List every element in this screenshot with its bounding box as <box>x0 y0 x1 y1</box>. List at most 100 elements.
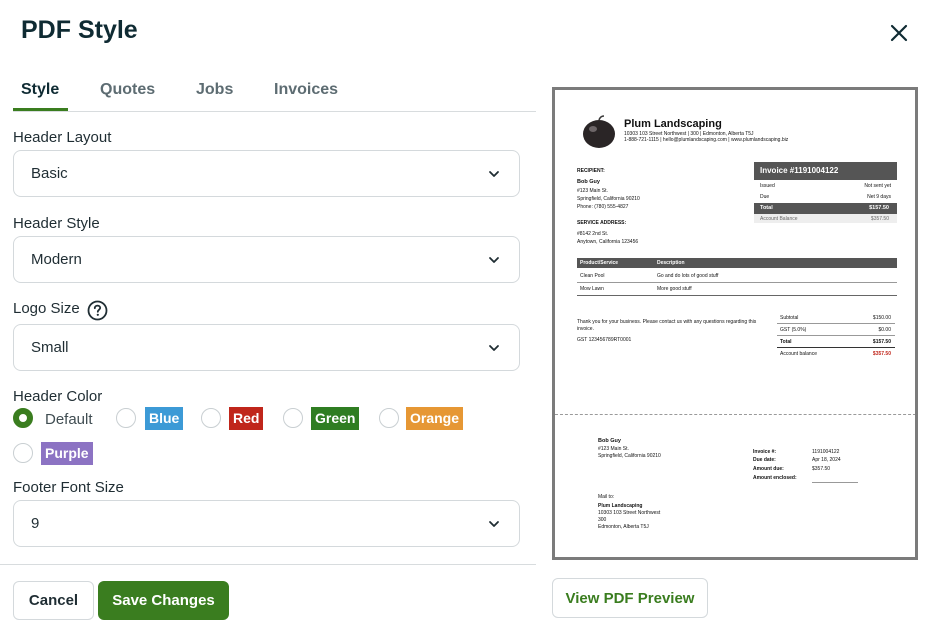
pdf-summary-divider <box>777 347 895 348</box>
pdf-due-label: Due <box>760 194 770 200</box>
header-style-select[interactable]: Modern <box>13 236 520 283</box>
pdf-summary-divider <box>777 335 895 336</box>
pdf-service-label: SERVICE ADDRESS: <box>577 220 627 226</box>
pdf-recipient-name: Bob Guy <box>577 179 600 185</box>
view-pdf-preview-button[interactable]: View PDF Preview <box>552 578 708 618</box>
header-color-default-label: Default <box>45 411 93 428</box>
pdf-items-header <box>577 258 897 268</box>
header-color-label: Header Color <box>13 388 103 405</box>
pdf-preview: Plum Landscaping 10303 103 Street Northw… <box>552 87 918 560</box>
logo-size-label: Logo Size <box>13 300 80 317</box>
pdf-subtotal-label: Subtotal <box>780 315 799 321</box>
pdf-mail-address-3: Edmonton, Alberta T5J <box>598 524 649 530</box>
close-button[interactable] <box>884 18 914 48</box>
pdf-row-divider <box>577 282 897 283</box>
pdf-sum-total-value: $157.50 <box>872 339 891 345</box>
chevron-down-icon <box>489 257 499 263</box>
pdf-row-divider <box>577 295 897 296</box>
pdf-total-value: $157.50 <box>869 205 889 211</box>
pdf-recipient-address-2: Springfield, California 90210 <box>577 196 640 202</box>
pdf-mail-to-label: Mail to: <box>598 494 615 500</box>
pdf-gst-label: GST (5.0%) <box>780 327 807 333</box>
pdf-item-product: Mow Lawn <box>580 286 604 292</box>
pdf-sum-total-label: Total <box>780 339 792 345</box>
pdf-summary-divider <box>777 323 895 324</box>
cancel-button[interactable]: Cancel <box>13 581 94 620</box>
header-color-blue-chip: Blue <box>145 407 184 430</box>
header-color-radio-orange[interactable] <box>379 408 399 428</box>
pdf-issued-label: Issued <box>760 183 775 189</box>
pdf-stub-name: Bob Guy <box>598 438 621 444</box>
pdf-stub-due-value: Apr 18, 2024 <box>812 457 841 463</box>
pdf-total-label: Total <box>760 205 773 211</box>
header-color-radio-green[interactable] <box>283 408 303 428</box>
pdf-gst-value: $0.00 <box>878 327 891 333</box>
footer-divider <box>0 564 536 565</box>
close-icon <box>890 24 908 42</box>
pdf-thanks-text: Thank you for your business. Please cont… <box>577 319 757 332</box>
pdf-stub-amount-label: Amount due: <box>753 466 784 472</box>
chevron-down-icon <box>489 171 499 177</box>
logo-size-help-button[interactable] <box>87 300 108 321</box>
pdf-company-contact: 1-888-721-1115 | hello@plumlandscaping.c… <box>624 137 789 143</box>
pdf-recipient-address-1: #123 Main St. <box>577 188 608 194</box>
pdf-gst-number: GST 123456789RT0001 <box>577 337 632 343</box>
tab-bar: Style Quotes Jobs Invoices <box>13 78 536 112</box>
pdf-service-address-1: #8142 2nd St. <box>577 231 609 237</box>
pdf-recipient-label: RECIPIENT: <box>577 168 605 174</box>
pdf-stub-invoice-label: Invoice #: <box>753 449 777 455</box>
tab-invoices[interactable]: Invoices <box>274 81 338 99</box>
pdf-balance-value: $357.50 <box>870 216 889 222</box>
plum-logo-icon <box>583 115 615 148</box>
save-changes-button[interactable]: Save Changes <box>98 581 229 620</box>
header-style-label: Header Style <box>13 215 100 232</box>
pdf-item-description: Go and do lots of good stuff <box>657 273 719 279</box>
header-color-radio-red[interactable] <box>201 408 221 428</box>
header-color-radio-blue[interactable] <box>116 408 136 428</box>
tab-style[interactable]: Style <box>21 81 59 99</box>
pdf-invoice-title: Invoice #1191004122 <box>754 162 897 180</box>
pdf-due-value: Net 9 days <box>867 194 891 200</box>
pdf-stub-invoice-value: 1191004122 <box>812 449 840 455</box>
pdf-stub-enclosed-label: Amount enclosed: <box>753 475 797 481</box>
pdf-col-product: Product/Service <box>580 260 619 266</box>
pdf-enclosed-line <box>812 482 858 483</box>
logo-size-value: Small <box>31 339 69 356</box>
question-circle-icon <box>87 300 108 321</box>
pdf-tear-line <box>555 414 915 415</box>
pdf-issued-value: Not sent yet <box>864 183 891 189</box>
header-layout-value: Basic <box>31 165 68 182</box>
header-layout-label: Header Layout <box>13 129 112 146</box>
pdf-col-description: Description <box>657 260 685 266</box>
pdf-company-name: Plum Landscaping <box>624 118 722 130</box>
tab-jobs[interactable]: Jobs <box>196 81 233 99</box>
pdf-service-address-2: Anytown, California 123456 <box>577 239 639 245</box>
pdf-mail-address-1: 10303 103 Street Northwest <box>598 510 661 516</box>
pdf-mail-name: Plum Landscaping <box>598 503 643 509</box>
header-layout-select[interactable]: Basic <box>13 150 520 197</box>
footer-font-size-value: 9 <box>31 515 40 532</box>
pdf-balance-label: Account Balance <box>760 216 798 222</box>
header-color-radio-purple[interactable] <box>13 443 33 463</box>
pdf-acct-balance-value: $357.50 <box>872 351 891 357</box>
chevron-down-icon <box>489 345 499 351</box>
header-color-orange-chip: Orange <box>406 407 464 430</box>
active-tab-indicator <box>13 108 68 111</box>
pdf-stub-address-1: #123 Main St. <box>598 446 629 452</box>
dialog-title: PDF Style <box>21 16 138 44</box>
header-color-red-chip: Red <box>229 407 264 430</box>
footer-font-size-label: Footer Font Size <box>13 479 124 496</box>
header-color-purple-chip: Purple <box>41 442 93 465</box>
pdf-stub-address-2: Springfield, California 90210 <box>598 453 661 459</box>
tab-quotes[interactable]: Quotes <box>100 81 155 99</box>
footer-font-size-select[interactable]: 9 <box>13 500 520 547</box>
pdf-acct-balance-label: Account balance <box>780 351 817 357</box>
chevron-down-icon <box>489 521 499 527</box>
pdf-item-product: Clean Pool <box>580 273 605 279</box>
pdf-subtotal-value: $150.00 <box>872 315 891 321</box>
logo-size-select[interactable]: Small <box>13 324 520 371</box>
header-style-value: Modern <box>31 251 82 268</box>
pdf-stub-amount-value: $357.50 <box>812 466 831 472</box>
pdf-stub-due-label: Due date: <box>753 457 776 463</box>
header-color-radio-default[interactable] <box>13 408 33 428</box>
